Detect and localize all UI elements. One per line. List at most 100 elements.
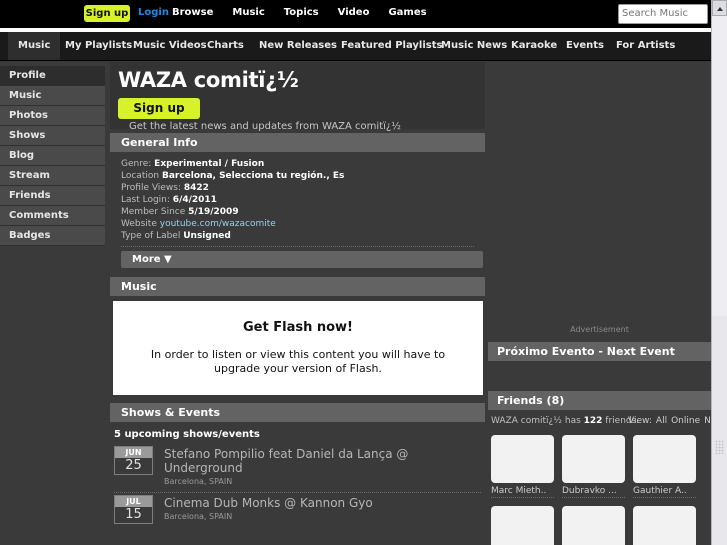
friend-name[interactable]: Dubravko ... — [562, 486, 625, 498]
tab-featured-playlists[interactable]: Featured Playlists — [341, 32, 442, 60]
sidebar-item-stream[interactable]: Stream — [0, 166, 105, 186]
event-day: 25 — [125, 458, 142, 473]
friend-card[interactable] — [562, 506, 625, 545]
scrollbar-grip-icon — [715, 440, 724, 454]
scrollbar-thumb[interactable] — [712, 16, 727, 316]
chevron-up-icon — [717, 7, 723, 11]
top-bar: Sign up Login Browse Music Topics Video Game… — [0, 0, 711, 28]
info-row-location: Location Barcelona, Selecciona tu región… — [121, 170, 485, 182]
sidebar-item-profile[interactable]: Profile — [0, 66, 105, 86]
info-label-website: Website — [121, 219, 157, 229]
general-info-body: Genre: Experimental / Fusion Location Ba… — [110, 152, 485, 273]
info-label-profile-views: Profile Views: — [121, 183, 181, 193]
info-value-last-login: 6/4/2011 — [172, 195, 217, 205]
info-value-genre: Experimental / Fusion — [154, 159, 265, 169]
friends-view-label: View: — [628, 416, 652, 426]
friend-avatar[interactable] — [491, 435, 554, 483]
friend-card[interactable]: Marc Mieth.. — [491, 435, 554, 498]
search-box[interactable] — [618, 4, 708, 24]
top-nav-item-video[interactable]: Video — [338, 7, 370, 18]
friend-name[interactable]: Marc Mieth.. — [491, 486, 554, 498]
top-nav-item-music[interactable]: Music — [232, 7, 264, 18]
signup-button-profile[interactable]: Sign up — [118, 98, 200, 119]
friend-avatar[interactable] — [491, 506, 554, 545]
event-row[interactable]: JUN 25 Stefano Pompilio feat Daniel da L… — [110, 444, 485, 490]
main-column: WAZA comitï¿½ Sign up Get the latest new… — [110, 62, 485, 528]
top-nav-item-topics[interactable]: Topics — [284, 7, 319, 18]
sidebar-item-blog[interactable]: Blog — [0, 146, 105, 166]
friend-card[interactable] — [633, 506, 696, 545]
login-link[interactable]: Login — [138, 7, 169, 18]
search-input[interactable] — [619, 5, 705, 21]
scroll-up-button[interactable] — [712, 0, 727, 16]
more-button[interactable]: More ▼ — [121, 251, 483, 268]
event-title[interactable]: Stefano Pompilio feat Daniel da Lança @ … — [164, 447, 485, 475]
top-nav-item-games[interactable]: Games — [388, 7, 426, 18]
friend-avatar[interactable] — [562, 435, 625, 483]
info-value-location: Barcelona, Selecciona tu región., Es — [161, 171, 345, 181]
friend-card[interactable] — [491, 506, 554, 545]
event-month: JUN — [115, 447, 152, 458]
info-value-website-link[interactable]: youtube.com/wazacomite — [160, 219, 276, 229]
sidebar-item-music[interactable]: Music — [0, 86, 105, 106]
info-label-location: Location — [121, 171, 160, 181]
info-label-genre: Genre: — [121, 159, 152, 169]
tab-music-videos[interactable]: Music Videos — [133, 32, 207, 60]
tab-events[interactable]: Events — [566, 32, 604, 60]
friend-avatar[interactable] — [633, 506, 696, 545]
tab-charts[interactable]: Charts — [207, 32, 244, 60]
general-info-list: Genre: Experimental / Fusion Location Ba… — [121, 158, 485, 242]
sidebar-item-shows[interactable]: Shows — [0, 126, 105, 146]
friends-filter-all[interactable]: All — [656, 416, 667, 426]
info-label-member-since: Member Since — [121, 207, 186, 217]
friends-view-filters: View: All Online New — [628, 416, 711, 426]
tab-my-playlists[interactable]: My Playlists — [65, 32, 132, 60]
friend-card[interactable]: Dubravko ... — [562, 435, 625, 498]
profile-signup-row: Sign up Get the latest news and updates … — [118, 98, 477, 132]
profile-tagline: Get the latest news and updates from WAZ… — [129, 120, 401, 132]
top-nav-item-browse[interactable]: Browse — [172, 7, 213, 18]
flash-title: Get Flash now! — [243, 320, 353, 335]
friend-avatar[interactable] — [562, 506, 625, 545]
info-row-profile-views: Profile Views: 8422 — [121, 182, 485, 194]
vertical-scrollbar[interactable] — [711, 0, 727, 545]
friends-grid-row-2 — [488, 506, 711, 545]
flash-upgrade-notice: Get Flash now! In order to listen or vie… — [113, 301, 483, 395]
page-title: WAZA comitï¿½ — [118, 68, 299, 92]
event-location: Barcelona, SPAIN — [164, 512, 233, 521]
event-text: Cinema Dub Monks @ Kannon Gyo Barcelona,… — [164, 495, 373, 521]
friend-card[interactable]: Gauthier A.. — [633, 435, 696, 498]
sidebar-item-friends[interactable]: Friends — [0, 186, 105, 206]
sidebar-item-badges[interactable]: Badges — [0, 226, 105, 246]
event-title[interactable]: Cinema Dub Monks @ Kannon Gyo — [164, 496, 373, 510]
tab-new-releases[interactable]: New Releases — [259, 32, 337, 60]
info-value-member-since: 5/19/2009 — [188, 207, 239, 217]
friend-avatar[interactable] — [633, 435, 696, 483]
event-text: Stefano Pompilio feat Daniel da Lança @ … — [164, 446, 485, 486]
event-location: Barcelona, SPAIN — [164, 477, 233, 486]
page-root: Sign up Login Browse Music Topics Video Game… — [0, 0, 711, 545]
info-value-profile-views: 8422 — [183, 183, 209, 193]
sidebar-item-photos[interactable]: Photos — [0, 106, 105, 126]
sidebar-item-comments[interactable]: Comments — [0, 206, 105, 226]
left-sidebar: Profile Music Photos Shows Blog Stream F… — [0, 66, 105, 246]
info-row-label-type: Type of Label Unsigned — [121, 230, 485, 242]
top-nav: Browse Music Topics Video Games — [172, 7, 446, 18]
info-value-label-type: Unsigned — [183, 231, 231, 241]
flash-body: In order to listen or view this content … — [150, 348, 446, 375]
music-header: Music — [110, 277, 485, 296]
friends-filter-online[interactable]: Online — [671, 416, 700, 426]
event-day: 15 — [125, 507, 142, 522]
friend-name[interactable]: Gauthier A.. — [633, 486, 696, 498]
tab-music[interactable]: Music — [8, 32, 61, 60]
friends-filter-new[interactable]: New — [704, 416, 711, 426]
tab-karaoke[interactable]: Karaoke — [511, 32, 557, 60]
info-row-last-login: Last Login: 6/4/2011 — [121, 194, 485, 206]
event-date-badge: JUL 15 — [114, 495, 153, 524]
tab-music-news[interactable]: Music News — [441, 32, 507, 60]
signup-button-top[interactable]: Sign up — [84, 5, 130, 22]
event-row[interactable]: JUL 15 Cinema Dub Monks @ Kannon Gyo Bar… — [110, 493, 485, 528]
friends-header: Friends (8) — [488, 391, 711, 410]
tab-for-artists[interactable]: For Artists — [616, 32, 675, 60]
friends-summary: WAZA comitï¿½ has 122 friends. View: All O… — [488, 410, 711, 430]
